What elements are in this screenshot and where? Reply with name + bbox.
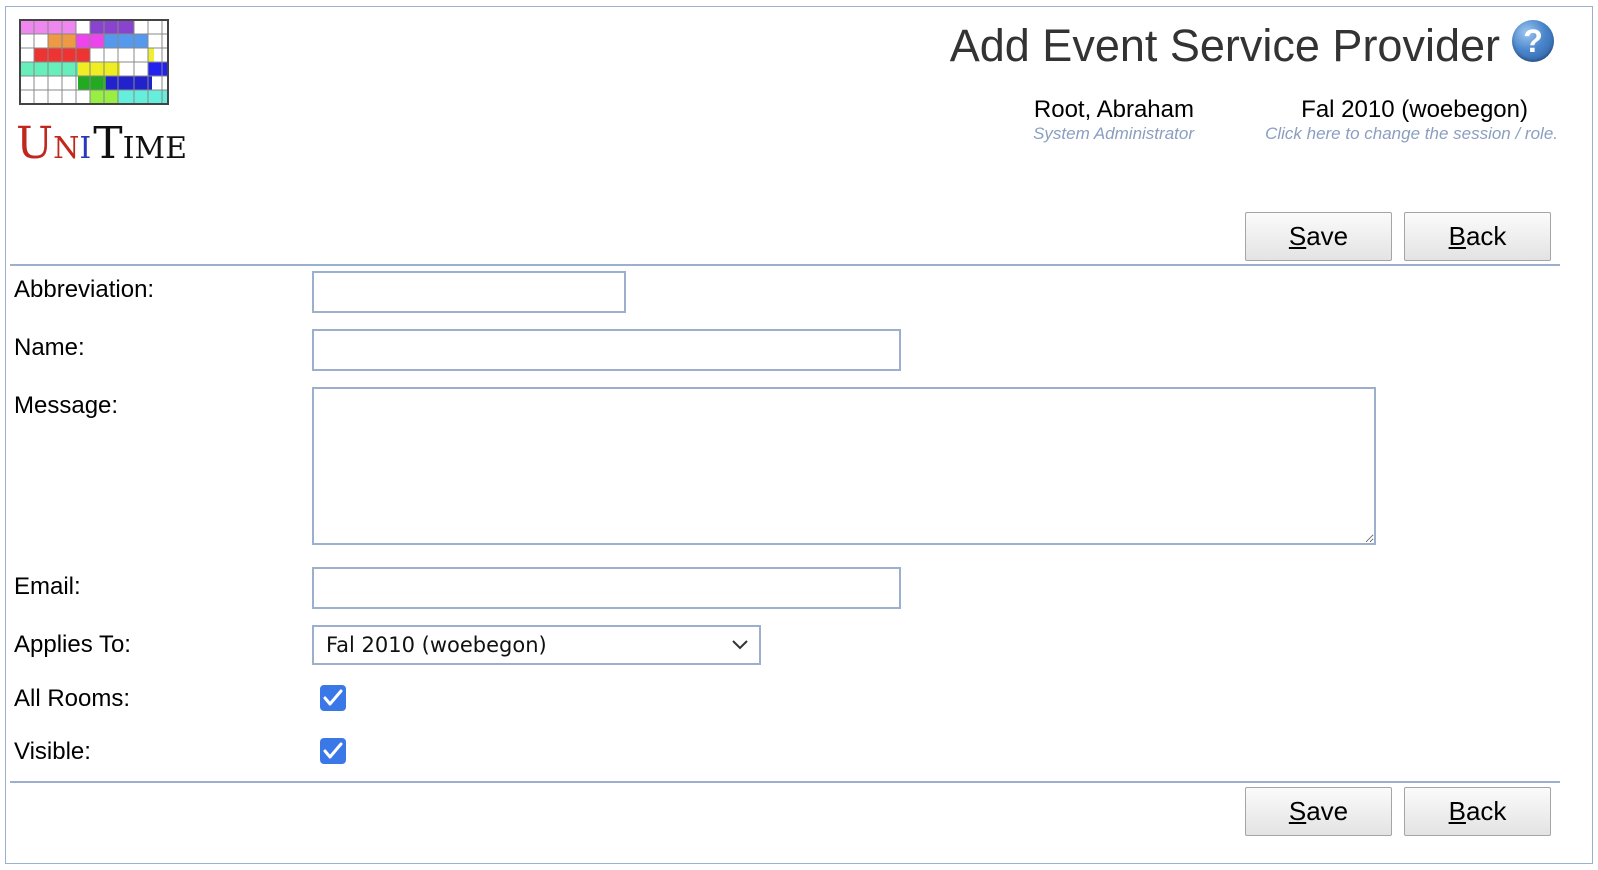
visible-checkbox[interactable]: [320, 738, 346, 764]
user-name: Root, Abraham: [1033, 96, 1194, 123]
save-button-bottom[interactable]: Save: [1245, 787, 1392, 836]
name-label: Name:: [14, 334, 85, 361]
back-accesskey: B: [1448, 221, 1466, 251]
applies-to-selected-value: Fal 2010 (woebegon): [326, 633, 547, 657]
logo-letter-i: I: [79, 131, 92, 166]
logo-grid-icon: [19, 19, 169, 105]
unitime-logo[interactable]: UNITIME: [14, 14, 187, 184]
applies-to-select[interactable]: Fal 2010 (woebegon): [312, 625, 761, 665]
header-divider: [10, 264, 1560, 266]
back-accesskey: B: [1448, 796, 1466, 826]
email-label: Email:: [14, 573, 81, 600]
footer-divider: [10, 781, 1560, 783]
chevron-down-icon: [732, 640, 748, 650]
back-button-top[interactable]: Back: [1404, 212, 1551, 261]
all-rooms-label: All Rooms:: [14, 685, 131, 712]
session-info[interactable]: Fal 2010 (woebegon) Click here to change…: [1265, 96, 1558, 144]
name-input[interactable]: [312, 329, 901, 371]
logo-letter-n: N: [53, 131, 80, 166]
logo-letter-t: T: [93, 118, 123, 169]
message-label: Message:: [14, 392, 119, 419]
save-accesskey: S: [1288, 796, 1307, 826]
message-textarea[interactable]: [312, 387, 1376, 545]
checkmark-icon: [323, 689, 343, 706]
save-accesskey: S: [1288, 221, 1307, 251]
visible-label: Visible:: [14, 738, 91, 765]
user-info[interactable]: Root, Abraham System Administrator: [1033, 96, 1194, 144]
session-hint[interactable]: Click here to change the session / role.: [1265, 124, 1558, 144]
abbreviation-input[interactable]: [312, 271, 626, 313]
back-button-bottom[interactable]: Back: [1404, 787, 1551, 836]
back-label: ack: [1465, 221, 1507, 251]
email-input[interactable]: [312, 567, 901, 609]
logo-letter-u: U: [16, 118, 54, 169]
save-label: ave: [1306, 221, 1349, 251]
all-rooms-checkbox[interactable]: [320, 685, 346, 711]
back-label: ack: [1465, 796, 1507, 826]
save-label: ave: [1306, 796, 1349, 826]
logo-letters-ime: IME: [122, 131, 188, 166]
page-title: Add Event Service Provider: [949, 20, 1500, 71]
save-button-top[interactable]: Save: [1245, 212, 1392, 261]
logo-wordmark: UNITIME: [16, 118, 188, 182]
abbreviation-label: Abbreviation:: [14, 276, 155, 303]
user-role: System Administrator: [1033, 124, 1194, 143]
checkmark-icon: [323, 742, 343, 759]
session-name: Fal 2010 (woebegon): [1301, 96, 1528, 123]
applies-to-label: Applies To:: [14, 631, 131, 658]
help-icon[interactable]: ?: [1512, 20, 1554, 62]
